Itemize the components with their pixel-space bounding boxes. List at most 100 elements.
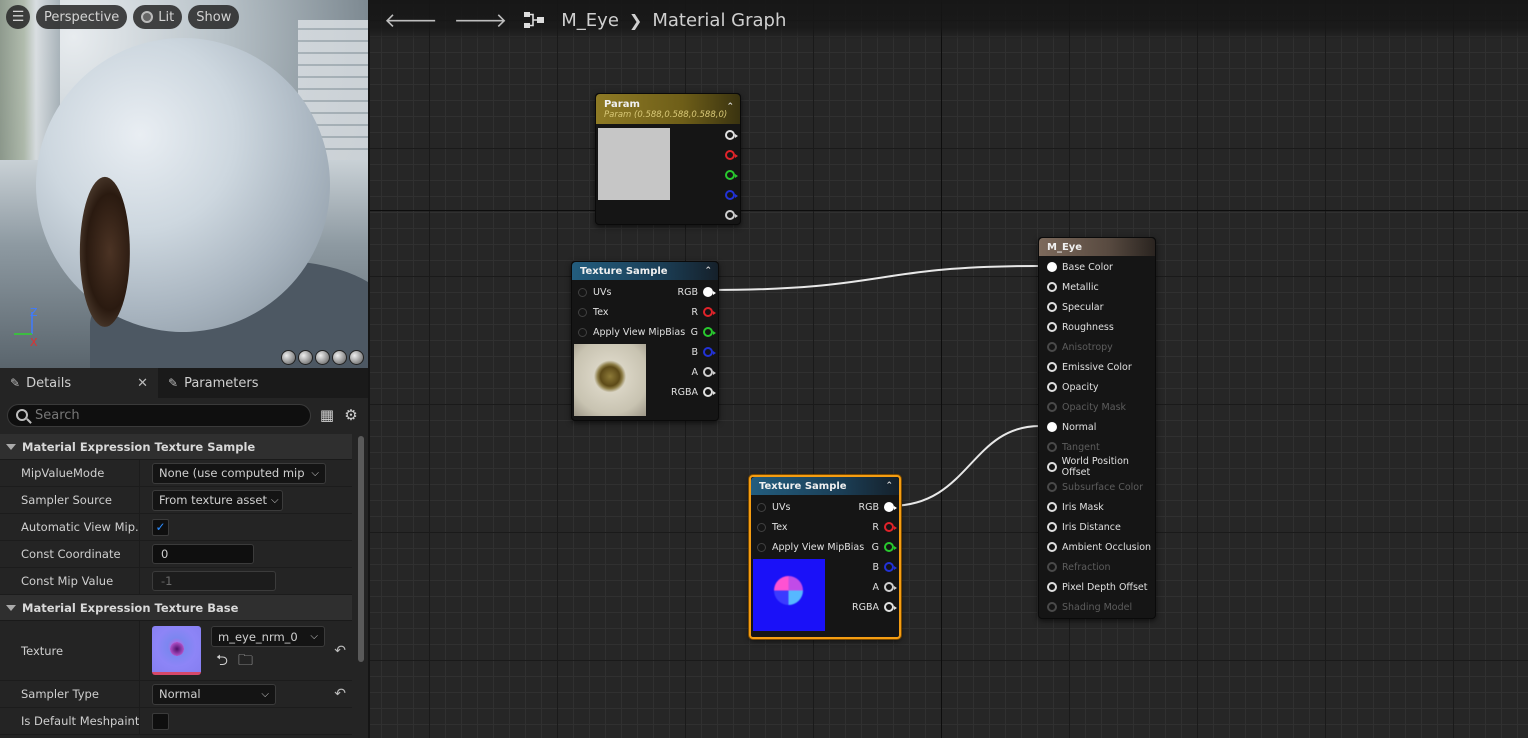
material-input-pin-row[interactable]: Ambient Occlusion: [1039, 537, 1155, 557]
output-pin-r[interactable]: [703, 307, 716, 317]
preview-viewport[interactable]: ☰ Perspective Lit Show Z X: [0, 0, 368, 368]
input-pin-row[interactable]: Tex R: [751, 517, 899, 537]
show-button[interactable]: Show: [188, 5, 240, 29]
output-pin-b[interactable]: [884, 562, 897, 572]
material-input-pin-row[interactable]: Roughness: [1039, 317, 1155, 337]
texture-asset-picker[interactable]: m_eye_nrm_0 ⌵: [211, 626, 325, 647]
material-input-pin-row[interactable]: Normal: [1039, 417, 1155, 437]
input-pin-row[interactable]: Tex R: [572, 302, 718, 322]
texture-sample-node-header[interactable]: Texture Sample ⌃: [751, 477, 899, 495]
back-arrow-icon[interactable]: 🡐: [384, 8, 438, 32]
material-input-pin-row[interactable]: Metallic: [1039, 277, 1155, 297]
input-pin[interactable]: [1047, 442, 1057, 452]
sampler-type-dropdown[interactable]: Normal ⌵: [152, 683, 276, 705]
mip-value-mode-dropdown[interactable]: None (use computed mip le ⌵: [152, 462, 326, 484]
input-pin[interactable]: [1047, 422, 1057, 432]
perspective-button[interactable]: Perspective: [36, 5, 128, 29]
input-pin[interactable]: [1047, 282, 1057, 292]
close-icon[interactable]: ✕: [137, 376, 148, 391]
forward-arrow-icon[interactable]: 🡒: [454, 8, 508, 32]
output-pin-g[interactable]: [703, 327, 716, 337]
breadcrumb-asset[interactable]: M_Eye: [561, 10, 619, 31]
output-pin-r[interactable]: [884, 522, 897, 532]
material-node-header[interactable]: M_Eye: [1039, 238, 1155, 256]
param-node[interactable]: Param Param (0.588,0.588,0.588,0) ⌃: [595, 93, 741, 225]
output-pin-rgba[interactable]: [703, 387, 716, 397]
search-input[interactable]: Search: [7, 403, 311, 427]
input-pin[interactable]: [1047, 502, 1057, 512]
material-result-node[interactable]: M_Eye Base Color Metallic Specular Roughnes…: [1038, 237, 1156, 619]
material-input-pin-row[interactable]: Emissive Color: [1039, 357, 1155, 377]
input-pin[interactable]: [1047, 602, 1057, 612]
gear-icon[interactable]: ⚙: [343, 406, 359, 424]
browse-asset-icon[interactable]: 🗀: [238, 650, 253, 675]
input-pin-row[interactable]: UVs RGB: [572, 282, 718, 302]
input-pin[interactable]: [757, 522, 766, 532]
input-pin[interactable]: [1047, 302, 1057, 312]
plane-icon[interactable]: [315, 350, 330, 365]
input-pin[interactable]: [578, 287, 587, 297]
material-graph-canvas[interactable]: 🡐 🡒 M_Eye ❯ Material Graph Param Param (…: [370, 0, 1528, 738]
input-pin[interactable]: [1047, 542, 1057, 552]
input-pin[interactable]: [757, 502, 766, 512]
collapse-arrow-icon[interactable]: ⌃: [885, 481, 893, 491]
tab-details[interactable]: ✎ Details ✕: [0, 368, 158, 398]
input-pin-row[interactable]: UVs RGB: [751, 497, 899, 517]
breadcrumb-view[interactable]: Material Graph: [652, 10, 786, 31]
automatic-view-mip-checkbox[interactable]: ✓: [152, 518, 169, 536]
input-pin[interactable]: [1047, 462, 1057, 472]
texture-sample-node[interactable]: Texture Sample ⌃ UVs RGB Tex R Apply Vie…: [571, 261, 719, 421]
input-pin-row[interactable]: Apply View MipBias G: [751, 537, 899, 557]
table-view-icon[interactable]: ▦: [319, 406, 335, 424]
hamburger-icon[interactable]: ☰: [6, 5, 30, 29]
texture-sample-node-header[interactable]: Texture Sample ⌃: [572, 262, 718, 280]
material-input-pin-row[interactable]: Refraction: [1039, 557, 1155, 577]
sampler-source-dropdown[interactable]: From texture asset ⌵: [152, 489, 283, 511]
input-pin[interactable]: [1047, 522, 1057, 532]
input-pin[interactable]: [1047, 362, 1057, 372]
collapse-arrow-icon[interactable]: ⌃: [704, 266, 712, 276]
default-meshpaint-checkbox[interactable]: [152, 712, 169, 730]
output-pin-a[interactable]: [725, 210, 738, 220]
input-pin[interactable]: [1047, 402, 1057, 412]
cylinder-icon[interactable]: [281, 350, 296, 365]
output-pin-a[interactable]: [884, 582, 897, 592]
output-pin-g[interactable]: [725, 170, 738, 180]
category-texture-base[interactable]: Material Expression Texture Base: [0, 595, 352, 621]
material-input-pin-row[interactable]: Subsurface Color: [1039, 477, 1155, 497]
cube-icon[interactable]: [332, 350, 347, 365]
texture-thumbnail[interactable]: [152, 626, 201, 675]
use-selected-asset-icon[interactable]: ⮌: [216, 650, 228, 675]
input-pin[interactable]: [1047, 322, 1057, 332]
output-pin-g[interactable]: [884, 542, 897, 552]
input-pin[interactable]: [757, 542, 766, 552]
input-pin[interactable]: [1047, 342, 1057, 352]
teapot-icon[interactable]: [349, 350, 364, 365]
collapse-arrow-icon[interactable]: ⌃: [726, 102, 734, 112]
material-input-pin-row[interactable]: Opacity Mask: [1039, 397, 1155, 417]
material-input-pin-row[interactable]: Iris Distance: [1039, 517, 1155, 537]
material-input-pin-row[interactable]: Specular: [1039, 297, 1155, 317]
material-input-pin-row[interactable]: World Position Offset: [1039, 456, 1155, 478]
material-input-pin-row[interactable]: Iris Mask: [1039, 497, 1155, 517]
output-pin-rgb[interactable]: [884, 502, 897, 512]
lit-button[interactable]: Lit: [133, 5, 183, 29]
tab-parameters[interactable]: ✎ Parameters: [158, 368, 268, 398]
material-input-pin-row[interactable]: Pixel Depth Offset: [1039, 577, 1155, 597]
input-pin[interactable]: [578, 307, 587, 317]
param-node-header[interactable]: Param Param (0.588,0.588,0.588,0) ⌃: [596, 94, 740, 124]
input-pin[interactable]: [578, 327, 587, 337]
input-pin[interactable]: [1047, 562, 1057, 572]
reset-to-default-icon[interactable]: ↶: [334, 686, 346, 702]
output-pin-a[interactable]: [703, 367, 716, 377]
input-pin[interactable]: [1047, 482, 1057, 492]
material-input-pin-row[interactable]: Base Color: [1039, 257, 1155, 277]
output-pin-rgb[interactable]: [703, 287, 716, 297]
input-pin[interactable]: [1047, 262, 1057, 272]
material-input-pin-row[interactable]: Opacity: [1039, 377, 1155, 397]
output-pin-r[interactable]: [725, 150, 738, 160]
category-texture-sample[interactable]: Material Expression Texture Sample: [0, 434, 352, 460]
const-coordinate-input[interactable]: 0: [152, 544, 254, 564]
material-input-pin-row[interactable]: Anisotropy: [1039, 337, 1155, 357]
output-pin-b[interactable]: [725, 190, 738, 200]
